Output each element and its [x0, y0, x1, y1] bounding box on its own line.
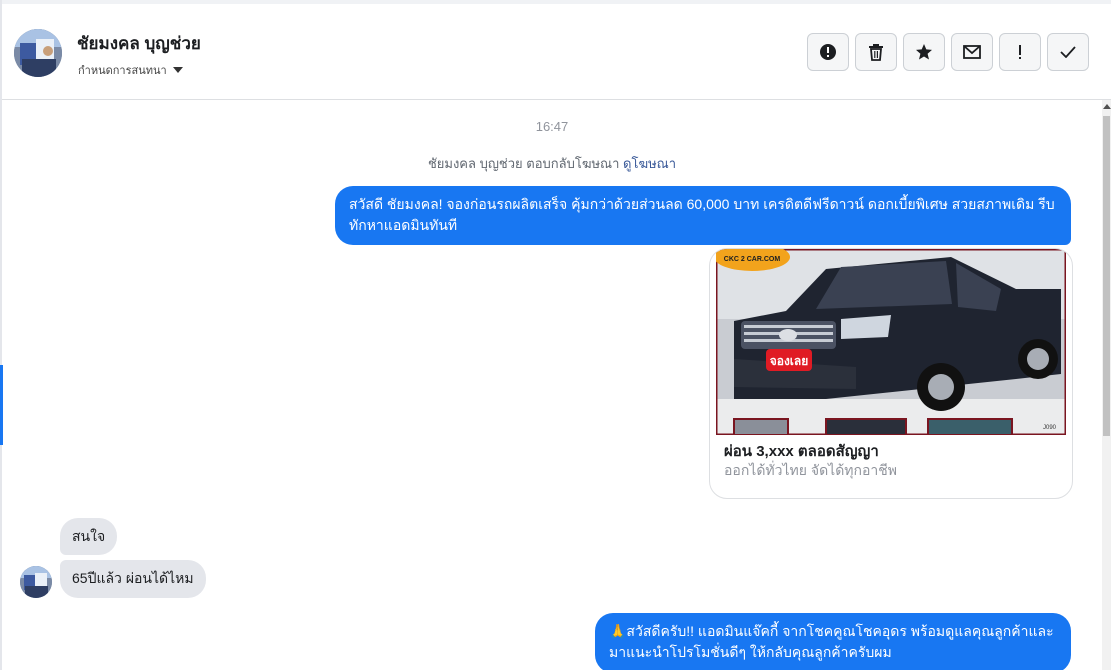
exclamation-icon: [1019, 45, 1021, 59]
incoming-message: 65ปีแล้ว ผ่อนได้ไหม: [60, 560, 206, 598]
contact-name: ชัยมงคล บุญช่วย: [77, 34, 201, 53]
trash-icon: [869, 44, 883, 61]
outgoing-message: สวัสดี ชัยมงคล! จองก่อนรถผลิตเสร็จ คุ้มก…: [335, 186, 1071, 245]
message-timestamp: 16:47: [535, 119, 569, 134]
ad-image-logo: CKC 2 CAR.COM: [724, 256, 781, 263]
delete-button[interactable]: [855, 33, 897, 71]
ad-image: CKC 2 CAR.COM จองเลย J090: [716, 249, 1066, 435]
incoming-message: สนใจ: [60, 518, 118, 555]
ad-image-code: J090: [1043, 425, 1057, 431]
check-icon: [1060, 46, 1076, 58]
header-actions: [807, 33, 1089, 71]
conversation-scrollbar[interactable]: [1102, 100, 1111, 670]
message-thread: 16:47 ชัยมงคล บุญช่วย ตอบกลับโฆษณา ดูโฆษ…: [2, 100, 1102, 670]
view-ad-link[interactable]: ดูโฆษณา: [623, 156, 676, 171]
caret-down-icon: [172, 67, 183, 73]
sender-avatar[interactable]: [20, 566, 52, 598]
outgoing-message: 🙏สวัสดีครับ!! แอดมินแจ๊คกี้ จากโชคคูณโชค…: [595, 613, 1071, 670]
conversation-header: ชัยมงคล บุญช่วย กำหนดการสนทนา: [2, 4, 1111, 100]
ad-reply-text: ชัยมงคล บุญช่วย ตอบกลับโฆษณา: [427, 156, 620, 171]
envelope-icon: [963, 45, 981, 59]
ad-subtitle: ออกได้ทั่วไทย จัดได้ทุกอาชีพ: [724, 462, 898, 478]
assign-conversation-label: กำหนดการสนทนา: [78, 65, 167, 77]
mark-unread-button[interactable]: [951, 33, 993, 71]
alert-circle-icon: [820, 44, 836, 60]
star-button[interactable]: [903, 33, 945, 71]
contact-avatar[interactable]: [14, 29, 62, 77]
follow-up-button[interactable]: [999, 33, 1041, 71]
mark-done-button[interactable]: [1047, 33, 1089, 71]
report-spam-button[interactable]: [807, 33, 849, 71]
scroll-up-arrow-icon[interactable]: [1102, 100, 1111, 112]
scrollbar-thumb[interactable]: [1103, 116, 1110, 436]
ad-card[interactable]: CKC 2 CAR.COM จองเลย J090 ผ่อน 3,xxx ตลอ…: [709, 248, 1073, 499]
ad-reply-notice: ชัยมงคล บุญช่วย ตอบกลับโฆษณา ดูโฆษณา: [2, 153, 1102, 174]
assign-conversation-dropdown[interactable]: กำหนดการสนทนา: [78, 61, 183, 79]
ad-image-badge: จองเลย: [770, 354, 809, 368]
star-icon: [916, 44, 932, 60]
